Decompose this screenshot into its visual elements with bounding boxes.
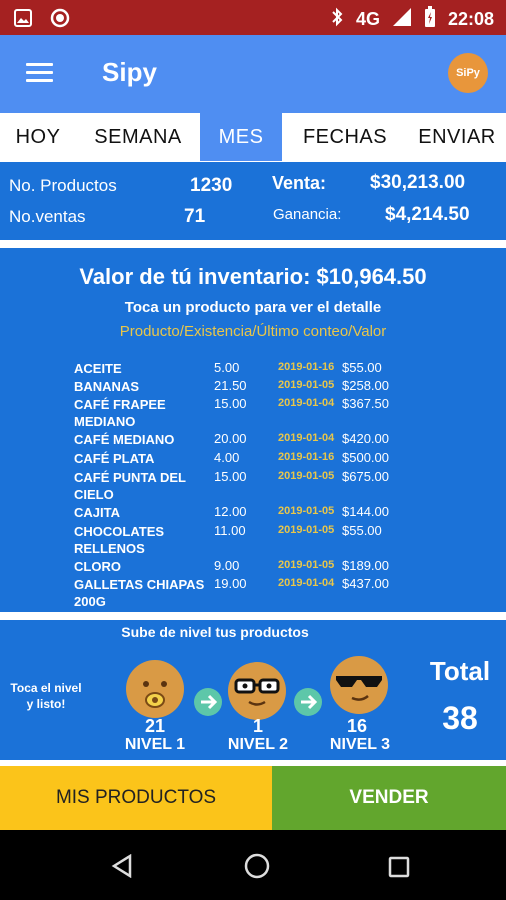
product-qty: 15.00 (214, 396, 247, 411)
revenue-label: Venta: (272, 173, 327, 193)
product-qty: 15.00 (214, 469, 247, 484)
menu-icon[interactable] (26, 63, 53, 83)
record-icon (50, 8, 70, 33)
level-1-label[interactable]: NIVEL 1 (110, 736, 200, 754)
product-date: 2019-01-04 (278, 432, 335, 444)
product-name: CAFÉ PLATA (74, 451, 155, 466)
revenue-value: $30,213.00 (370, 172, 466, 193)
app-bar: Sipy SiPy (0, 35, 506, 113)
product-name: BANANAS (74, 379, 139, 394)
level-3-label[interactable]: NIVEL 3 (315, 736, 405, 754)
total-value: 38 (442, 700, 478, 736)
product-value: $144.00 (342, 504, 389, 519)
level-3-count: 16 (346, 716, 368, 736)
product-value: $675.00 (342, 469, 389, 484)
product-date: 2019-01-05 (278, 559, 335, 571)
product-name: ACEITE (74, 361, 122, 376)
product-name: GALLETAS CHIAPAS 200G (74, 577, 205, 609)
levels-panel: Sube de nivel tus productos Toca el nive… (0, 620, 506, 760)
product-value: $367.50 (342, 396, 389, 411)
product-value: $420.00 (342, 431, 389, 446)
inventory-subtitle: Toca un producto para ver el detalle (124, 299, 382, 316)
inventory-title: Valor de tú inventario: $10,964.50 (79, 264, 427, 289)
levels-hint: Toca el nivel y listo! (10, 681, 82, 711)
product-date: 2019-01-05 (278, 470, 335, 482)
tab-mes[interactable]: MES (200, 113, 282, 161)
product-qty: 11.00 (214, 523, 246, 538)
product-date: 2019-01-16 (278, 451, 335, 463)
product-date: 2019-01-04 (278, 397, 335, 409)
total-label: Total (429, 656, 491, 686)
sales-label: No.ventas (9, 207, 86, 226)
pacifier-face-icon[interactable] (126, 660, 184, 718)
product-date: 2019-01-16 (278, 361, 335, 373)
products-value: 1230 (190, 175, 233, 196)
sunglasses-face-icon[interactable] (330, 656, 388, 714)
product-value: $189.00 (342, 558, 389, 573)
navigation-bar (0, 830, 506, 900)
app-logo: SiPy (448, 53, 488, 93)
profit-label: Ganancia: (273, 206, 342, 223)
product-qty: 4.00 (214, 450, 240, 465)
product-qty: 9.00 (214, 558, 240, 573)
product-date: 2019-01-05 (278, 379, 335, 391)
product-value: $55.00 (342, 523, 382, 538)
product-value: $55.00 (342, 360, 382, 375)
battery-icon (424, 6, 436, 33)
product-name: CHOCOLATES RELLENOS (74, 524, 165, 556)
status-bar: 4G 22:08 (0, 0, 506, 35)
product-name: CAJITA (74, 505, 120, 520)
level-2-label[interactable]: NIVEL 2 (213, 736, 303, 754)
arrow-right-icon (294, 688, 322, 716)
glasses-face-icon[interactable] (228, 662, 286, 720)
level-1-count: 21 (144, 716, 166, 736)
product-qty: 20.00 (214, 431, 247, 446)
profit-value: $4,214.50 (385, 204, 470, 225)
period-tabs: HOY SEMANA MES FECHAS ENVIAR (0, 113, 506, 161)
my-products-button[interactable]: MIS PRODUCTOS (0, 766, 272, 830)
product-qty: 5.00 (214, 360, 240, 375)
tab-hoy[interactable]: HOY (0, 113, 76, 161)
product-name: CAFÉ PUNTA DEL CIELO (74, 470, 186, 502)
inventory-panel: Valor de tú inventario: $10,964.50 Toca … (0, 248, 506, 612)
recents-icon[interactable] (388, 856, 410, 883)
summary-panel: No. Productos 1230 No.ventas 71 Venta: $… (0, 162, 506, 240)
level-2-count: 1 (252, 716, 263, 736)
tab-fechas[interactable]: FECHAS (282, 113, 408, 161)
network-type: 4G (355, 9, 380, 29)
product-value: $258.00 (342, 378, 389, 393)
product-value: $437.00 (342, 576, 389, 591)
product-date: 2019-01-04 (278, 577, 335, 589)
arrow-right-icon (194, 688, 222, 716)
sell-button[interactable]: VENDER (272, 766, 506, 830)
product-date: 2019-01-05 (278, 524, 335, 536)
tab-enviar[interactable]: ENVIAR (408, 113, 506, 161)
product-value: $500.00 (342, 450, 389, 465)
home-icon[interactable] (243, 852, 271, 885)
product-name: CAFÉ FRAPEE MEDIANO (74, 397, 166, 429)
inventory-columns: Producto/Existencia/Último conteo/Valor (119, 323, 387, 340)
levels-title: Sube de nivel tus productos (121, 624, 309, 640)
tab-semana[interactable]: SEMANA (76, 113, 200, 161)
product-qty: 12.00 (214, 504, 247, 519)
app-title: Sipy (102, 57, 157, 87)
clock: 22:08 (447, 9, 494, 29)
product-name: CAFÉ MEDIANO (74, 432, 175, 447)
sales-value: 71 (184, 206, 206, 227)
signal-icon (392, 7, 412, 32)
image-icon (14, 9, 32, 32)
product-name: CLORO (74, 559, 121, 574)
products-label: No. Productos (9, 176, 117, 195)
product-date: 2019-01-05 (278, 505, 335, 517)
product-qty: 19.00 (214, 576, 247, 591)
back-icon[interactable] (110, 853, 134, 883)
bluetooth-icon (330, 7, 344, 32)
product-qty: 21.50 (214, 378, 247, 393)
